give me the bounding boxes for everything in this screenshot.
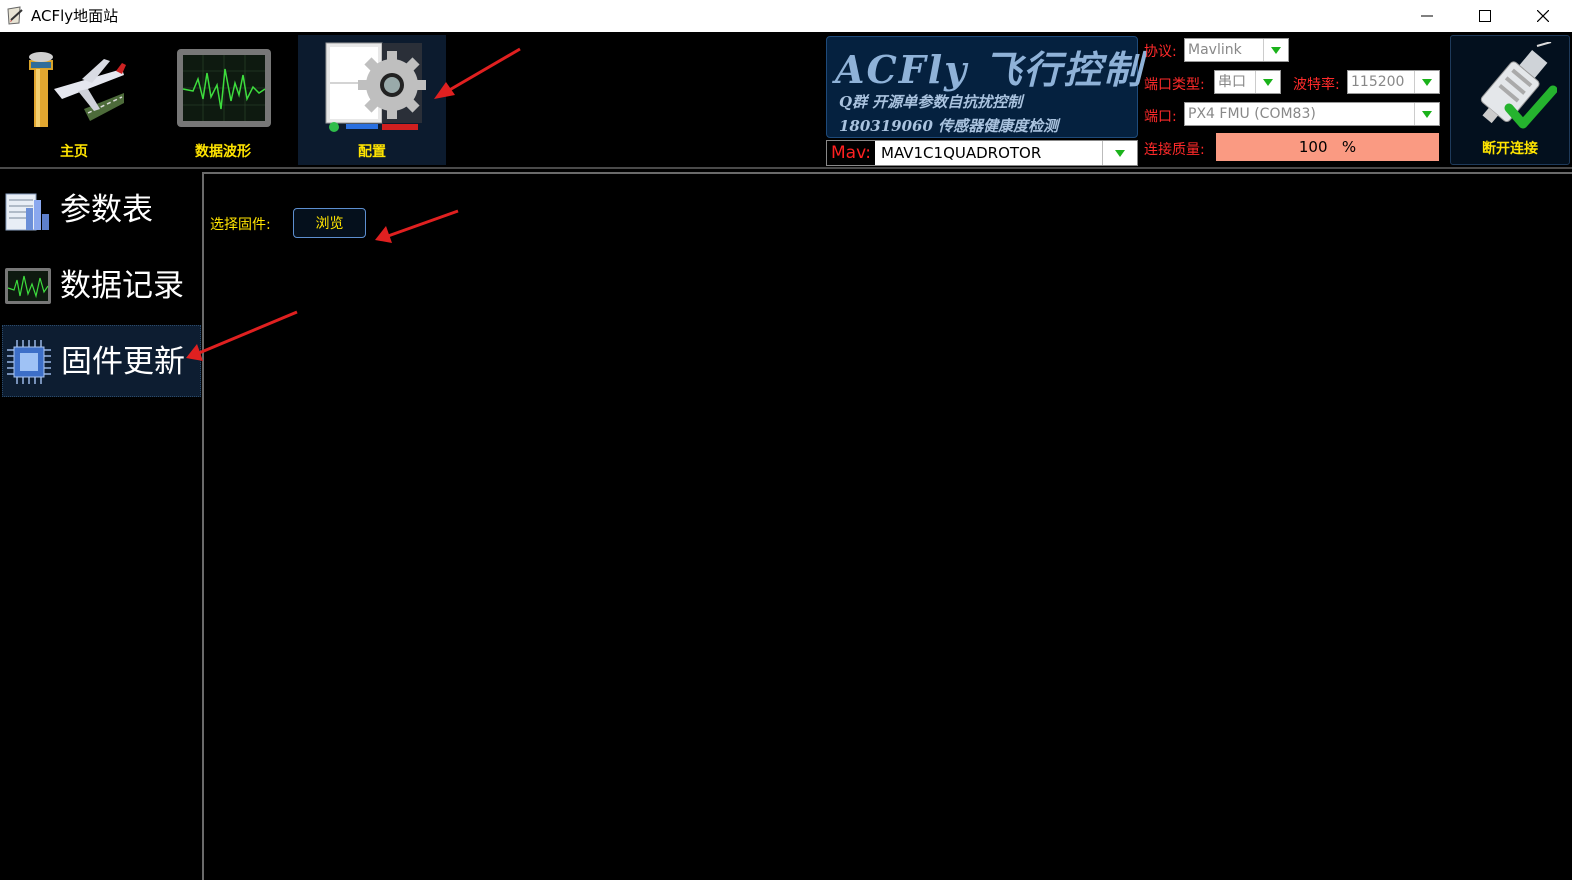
tab-waveform-label: 数据波形 (195, 144, 251, 160)
gear-config-icon (325, 42, 426, 132)
port-label: 端口: (1144, 109, 1177, 125)
tab-home-label: 主页 (60, 144, 88, 160)
quality-label: 连接质量: (1144, 142, 1205, 158)
chevron-down-icon (1271, 46, 1281, 54)
connection-quality-bar: 100 % (1216, 133, 1439, 161)
chevron-down-icon (1263, 78, 1273, 86)
browse-button[interactable]: 浏览 (293, 208, 366, 238)
sidebar-item-parameters[interactable]: 参数表 (2, 174, 201, 246)
minimize-button[interactable] (1398, 0, 1456, 32)
port-type-select[interactable]: 串口 (1214, 70, 1281, 94)
port-select[interactable]: PX4 FMU (COM83) (1184, 102, 1440, 126)
baud-rate-value: 115200 (1351, 74, 1405, 90)
close-button[interactable] (1514, 0, 1572, 32)
tab-config[interactable]: 配置 (298, 35, 446, 165)
logo-line-1: Q群 开源单参数自抗扰控制 (839, 93, 1023, 111)
protocol-value: Mavlink (1188, 42, 1242, 58)
port-type-label: 端口类型: (1144, 77, 1205, 93)
disconnect-label: 断开连接 (1482, 141, 1538, 157)
mav-dropdown-arrow[interactable] (1102, 141, 1137, 165)
mav-select[interactable]: Mav: MAV1C1QUADROTOR (826, 140, 1138, 166)
acfly-logo: ACFly 飞行控制 Q群 开源单参数自抗扰控制 180319060 传感器健康… (826, 36, 1141, 138)
sidebar-item-parameters-label: 参数表 (60, 192, 153, 228)
port-value: PX4 FMU (COM83) (1188, 106, 1316, 122)
disconnect-button[interactable]: 断开连接 (1450, 35, 1570, 165)
select-firmware-label: 选择固件: (210, 217, 271, 233)
protocol-select[interactable]: Mavlink (1184, 38, 1289, 62)
chevron-down-icon (1422, 110, 1432, 118)
chip-firmware-icon (7, 340, 51, 384)
tab-waveform[interactable]: 数据波形 (149, 35, 297, 165)
minimize-icon (1421, 15, 1433, 17)
chevron-down-icon (1422, 78, 1432, 86)
baud-rate-dropdown-arrow[interactable] (1414, 71, 1439, 93)
window-title: ACFly地面站 (31, 7, 119, 25)
sidebar-item-firmware-update-label: 固件更新 (61, 344, 185, 380)
tab-config-label: 配置 (358, 144, 386, 160)
protocol-label: 协议: (1144, 44, 1177, 60)
mav-label: Mav: (827, 141, 875, 165)
control-tower-airplane-icon (29, 52, 126, 127)
quality-value: 100 (1298, 138, 1328, 156)
maximize-button[interactable] (1456, 0, 1514, 32)
toolbar-divider (0, 167, 1572, 169)
content-panel (202, 172, 1572, 880)
protocol-dropdown-arrow[interactable] (1263, 39, 1288, 61)
tab-home[interactable]: 主页 (0, 35, 148, 165)
port-dropdown-arrow[interactable] (1414, 103, 1439, 125)
close-icon (1537, 10, 1549, 22)
baud-rate-select[interactable]: 115200 (1347, 70, 1440, 94)
quality-unit: % (1341, 138, 1357, 156)
mav-value: MAV1C1QUADROTOR (881, 144, 1042, 162)
data-log-icon (5, 268, 51, 304)
logo-line-2: 180319060 传感器健康度检测 (839, 117, 1059, 135)
baud-rate-label: 波特率: (1293, 77, 1340, 93)
maximize-icon (1479, 10, 1491, 22)
waveform-monitor-icon (177, 49, 271, 127)
parameter-table-icon (5, 193, 49, 231)
title-bar: ACFly地面站 (0, 0, 1572, 32)
sidebar-item-firmware-update[interactable]: 固件更新 (2, 325, 201, 397)
sidebar-item-data-log-label: 数据记录 (60, 268, 184, 304)
sidebar-item-data-log[interactable]: 数据记录 (2, 250, 201, 322)
usb-connected-check-icon (1480, 42, 1557, 129)
logo-title: ACFly 飞行控制 (835, 47, 1144, 92)
app-icon (7, 6, 23, 25)
port-type-dropdown-arrow[interactable] (1255, 71, 1280, 93)
port-type-value: 串口 (1218, 74, 1246, 90)
chevron-down-icon (1115, 149, 1125, 157)
